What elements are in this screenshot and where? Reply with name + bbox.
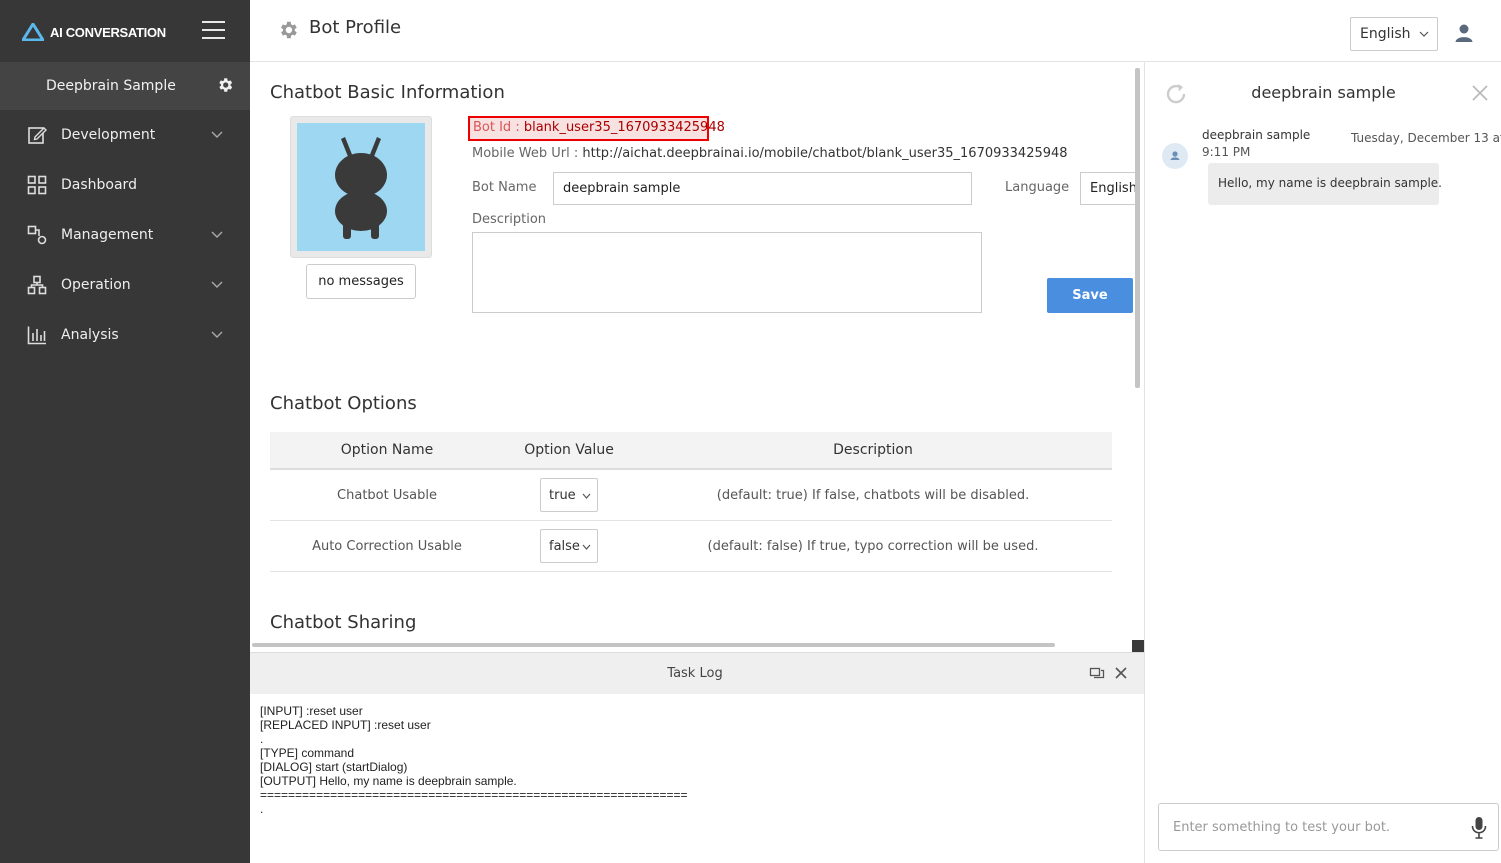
chat-test-panel: deepbrain sample deepbrain sample Tuesda… — [1144, 62, 1501, 863]
close-icon[interactable] — [1471, 84, 1489, 102]
description-label: Description — [472, 212, 547, 227]
table-row: Chatbot Usable true (default: true) If f… — [270, 470, 1112, 521]
column-header: Option Name — [340, 442, 434, 458]
sidebar-item-label: Management — [61, 227, 154, 243]
sidebar-item-label: Dashboard — [61, 177, 137, 193]
avatar — [1162, 143, 1188, 169]
chat-input-placeholder: Enter something to test your bot. — [1173, 820, 1391, 835]
language-select-value: English — [1360, 26, 1411, 42]
sidebar-item-dashboard[interactable]: Dashboard — [0, 163, 250, 207]
bot-avatar — [297, 123, 425, 251]
column-header: Option Value — [524, 442, 614, 458]
hamburger-line — [202, 37, 225, 39]
options-table: Option Name Option Value Description Cha… — [270, 432, 1112, 572]
option-description: (default: false) If true, typo correctio… — [707, 538, 1039, 554]
chat-sender: deepbrain sample — [1202, 128, 1311, 142]
language-field[interactable]: English — [1080, 172, 1140, 205]
chevron-down-icon — [211, 281, 223, 288]
edit-icon — [28, 127, 47, 144]
task-log-panel: Task Log [INPUT] :reset user [REPLACED I… — [250, 652, 1144, 863]
option-description: (default: true) If false, chatbots will … — [716, 487, 1030, 503]
task-log-title: Task Log — [667, 666, 723, 681]
gear-icon — [281, 21, 297, 39]
option-name: Auto Correction Usable — [312, 538, 462, 554]
sidebar-item-analysis[interactable]: Analysis — [0, 313, 250, 357]
sidebar-item-label: Operation — [61, 277, 131, 293]
bar-chart-icon — [27, 326, 46, 345]
sidebar-item-label: Development — [61, 127, 156, 143]
current-bot[interactable]: Deepbrain Sample — [0, 62, 250, 110]
option-name: Chatbot Usable — [337, 487, 437, 503]
auto-correction-select[interactable]: false — [540, 529, 598, 563]
chatbot-usable-select[interactable]: true — [540, 478, 598, 512]
hamburger-line — [202, 21, 225, 23]
management-icon — [27, 225, 47, 245]
web-url-label: Mobile Web Url : — [472, 146, 583, 161]
task-log-header: Task Log — [250, 652, 1144, 694]
sidebar: AI CONVERSATION Deepbrain Sample Develop… — [0, 0, 250, 863]
sidebar-item-operation[interactable]: Operation — [0, 263, 250, 307]
chevron-down-icon — [211, 131, 223, 138]
operation-icon — [27, 275, 47, 295]
bot-id-value: blank_user35_1670933425948 — [523, 120, 725, 135]
sidebar-item-development[interactable]: Development — [0, 113, 250, 157]
sidebar-item-management[interactable]: Management — [0, 213, 250, 257]
scroll-corner — [1132, 640, 1144, 652]
brand[interactable]: AI CONVERSATION — [22, 20, 166, 44]
web-url-value[interactable]: http://aichat.deepbrainai.io/mobile/chat… — [582, 146, 1067, 161]
microphone-icon[interactable] — [1471, 816, 1487, 840]
brand-name: AI CONVERSATION — [50, 24, 166, 40]
option-value-cell: true — [504, 470, 634, 520]
bot-name-field[interactable]: deepbrain sample — [553, 172, 972, 205]
language-label: Language — [1005, 180, 1070, 195]
options-title: Chatbot Options — [270, 393, 417, 414]
hamburger-line — [202, 29, 225, 31]
table-row: Auto Correction Usable false (default: f… — [270, 521, 1112, 572]
chevron-down-icon — [1419, 31, 1429, 37]
column-header: Description — [833, 442, 913, 458]
chat-time: 9:11 PM — [1202, 145, 1251, 159]
save-button[interactable]: Save — [1047, 278, 1133, 313]
user-icon[interactable] — [1454, 23, 1474, 43]
horizontal-scrollbar[interactable] — [252, 643, 1055, 647]
gear-icon[interactable] — [216, 76, 234, 94]
menu-toggle-button[interactable] — [202, 21, 225, 39]
task-log-content: [INPUT] :reset user [REPLACED INPUT] :re… — [260, 704, 688, 816]
chat-input[interactable]: Enter something to test your bot. — [1158, 803, 1499, 851]
bot-id-label: Bot Id : — [473, 120, 524, 135]
bot-avatar-frame[interactable] — [290, 116, 432, 258]
bot-name: Deepbrain Sample — [46, 78, 176, 94]
top-bar: Bot Profile English — [250, 0, 1501, 62]
user-icon — [1170, 151, 1180, 160]
chat-date: Tuesday, December 13 at — [1351, 131, 1501, 145]
mobile-web-url: Mobile Web Url : http://aichat.deepbrain… — [472, 146, 1068, 161]
page-title: Bot Profile — [309, 17, 402, 38]
select-value: false — [549, 539, 580, 554]
avatar-messages-button[interactable]: no messages — [306, 264, 416, 299]
basic-info-title: Chatbot Basic Information — [270, 82, 505, 103]
logo-icon — [22, 23, 44, 41]
vertical-scrollbar[interactable] — [1135, 68, 1140, 388]
chevron-down-icon — [211, 331, 223, 338]
main-content: Chatbot Basic Information no messages Bo… — [250, 62, 1140, 652]
option-value-cell: false — [504, 521, 634, 571]
chevron-down-icon — [582, 544, 591, 550]
bot-id: Bot Id : blank_user35_1670933425948 — [468, 116, 725, 141]
description-field[interactable] — [472, 232, 982, 313]
chevron-down-icon — [582, 493, 591, 499]
sharing-title: Chatbot Sharing — [270, 612, 417, 633]
grid-icon — [27, 175, 47, 195]
robot-icon — [335, 137, 387, 239]
select-value: true — [549, 488, 576, 503]
chat-message: Hello, my name is deepbrain sample. — [1208, 163, 1442, 205]
bot-name-label: Bot Name — [472, 180, 537, 195]
close-icon[interactable] — [1113, 665, 1129, 681]
table-header: Option Name Option Value Description — [270, 432, 1112, 470]
sidebar-item-label: Analysis — [61, 327, 119, 343]
chat-title: deepbrain sample — [1251, 83, 1396, 102]
language-select[interactable]: English — [1350, 17, 1438, 51]
popout-icon[interactable] — [1089, 665, 1105, 681]
chevron-down-icon — [211, 231, 223, 238]
